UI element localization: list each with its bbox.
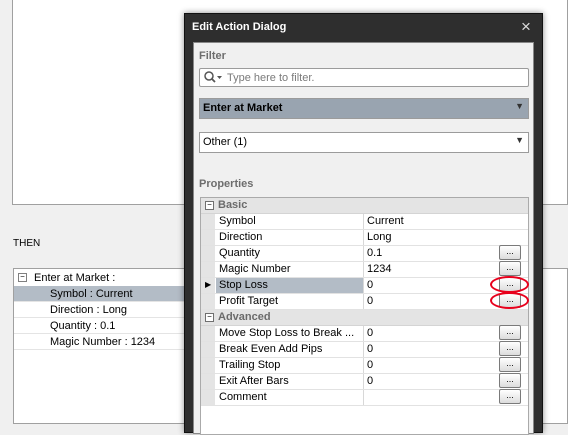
tree-item-quantity[interactable]: Quantity : 0.1 xyxy=(14,318,186,334)
tree-item-symbol[interactable]: Symbol : Current xyxy=(14,286,186,302)
filter-input[interactable]: Type here to filter. xyxy=(199,68,529,87)
action-type-value: Enter at Market xyxy=(203,102,283,114)
highlight-ring-profit-target xyxy=(490,292,529,309)
property-name: Exit After Bars xyxy=(219,375,289,387)
property-value[interactable]: Long xyxy=(367,231,391,243)
magic-number-ellipsis-button[interactable]: ... xyxy=(499,261,521,276)
property-value[interactable]: 0 xyxy=(367,359,373,371)
trailing-stop-ellipsis-button[interactable]: ... xyxy=(499,357,521,372)
property-row-exit-after-bars[interactable]: Exit After Bars 0 ... xyxy=(201,373,528,390)
property-row-break-even-add-pips[interactable]: Break Even Add Pips 0 ... xyxy=(201,341,528,358)
filter-placeholder: Type here to filter. xyxy=(227,72,315,84)
group-label: Basic xyxy=(218,199,248,211)
exit-after-bars-ellipsis-button[interactable]: ... xyxy=(499,373,521,388)
property-name: Magic Number xyxy=(219,263,291,275)
property-row-move-stop-loss[interactable]: Move Stop Loss to Break ... 0 ... xyxy=(201,325,528,342)
filter-section-label: Filter xyxy=(199,50,226,62)
tree-item-direction[interactable]: Direction : Long xyxy=(14,302,186,318)
property-value[interactable]: 0 xyxy=(367,279,373,291)
chevron-down-icon[interactable]: ▼ xyxy=(515,101,524,111)
property-row-symbol[interactable]: Symbol Current xyxy=(201,214,528,230)
collapse-icon[interactable]: − xyxy=(205,201,214,210)
property-row-stop-loss[interactable]: ▶ Stop Loss 0 ... xyxy=(201,277,528,294)
dialog-titlebar[interactable]: Edit Action Dialog × xyxy=(185,14,542,42)
dialog-title: Edit Action Dialog xyxy=(192,21,287,33)
dialog-body: Filter Type here to filter. Enter at Mar… xyxy=(193,42,534,435)
property-row-comment[interactable]: Comment ... xyxy=(201,389,528,406)
group-basic[interactable]: − Basic xyxy=(201,198,528,214)
quantity-ellipsis-button[interactable]: ... xyxy=(499,245,521,260)
edit-action-dialog: Edit Action Dialog × Filter Type here to… xyxy=(184,13,543,435)
chevron-down-icon[interactable]: ▼ xyxy=(515,135,524,145)
property-value[interactable]: 0 xyxy=(367,343,373,355)
property-name: Symbol xyxy=(219,215,256,227)
highlight-ring-stop-loss xyxy=(490,276,529,293)
property-name: Comment xyxy=(219,391,267,403)
action-type-select[interactable]: Enter at Market ▼ xyxy=(199,98,529,119)
collapse-icon[interactable]: − xyxy=(205,313,214,322)
property-value[interactable]: 0 xyxy=(367,295,373,307)
property-name: Trailing Stop xyxy=(219,359,281,371)
tree-node-enter-at-market[interactable]: Enter at Market : xyxy=(34,270,115,286)
properties-section-label: Properties xyxy=(199,178,254,190)
property-name: Direction xyxy=(219,231,263,243)
move-stop-loss-ellipsis-button[interactable]: ... xyxy=(499,325,521,340)
property-row-magic-number[interactable]: Magic Number 1234 ... xyxy=(201,261,528,278)
close-icon[interactable]: × xyxy=(518,18,534,36)
property-value[interactable]: 0 xyxy=(367,327,373,339)
property-row-profit-target[interactable]: Profit Target 0 ... xyxy=(201,293,528,310)
property-name: Stop Loss xyxy=(216,278,363,293)
then-label: THEN xyxy=(13,238,41,249)
property-name: Quantity xyxy=(219,247,260,259)
current-row-pointer-icon: ▶ xyxy=(205,280,212,289)
search-icon[interactable] xyxy=(203,70,225,85)
property-value[interactable]: Current xyxy=(367,215,404,227)
break-even-ellipsis-button[interactable]: ... xyxy=(499,341,521,356)
property-name: Break Even Add Pips xyxy=(219,343,323,355)
property-value[interactable]: 0.1 xyxy=(367,247,382,259)
tree-item-magic-number[interactable]: Magic Number : 1234 xyxy=(14,334,186,350)
group-advanced[interactable]: − Advanced xyxy=(201,310,528,326)
category-value: Other (1) xyxy=(203,136,248,148)
category-select[interactable]: Other (1) ▼ xyxy=(199,132,529,153)
properties-grid: − Basic Symbol Current Direction Long Qu… xyxy=(200,197,529,435)
property-name: Profit Target xyxy=(219,295,279,307)
property-name: Move Stop Loss to Break ... xyxy=(219,327,355,339)
property-value[interactable]: 1234 xyxy=(367,263,391,275)
collapse-icon[interactable]: − xyxy=(18,273,27,282)
property-row-direction[interactable]: Direction Long xyxy=(201,230,528,246)
property-value[interactable]: 0 xyxy=(367,375,373,387)
comment-ellipsis-button[interactable]: ... xyxy=(499,389,521,404)
property-row-quantity[interactable]: Quantity 0.1 ... xyxy=(201,245,528,262)
property-row-trailing-stop[interactable]: Trailing Stop 0 ... xyxy=(201,357,528,374)
group-label: Advanced xyxy=(218,311,271,323)
